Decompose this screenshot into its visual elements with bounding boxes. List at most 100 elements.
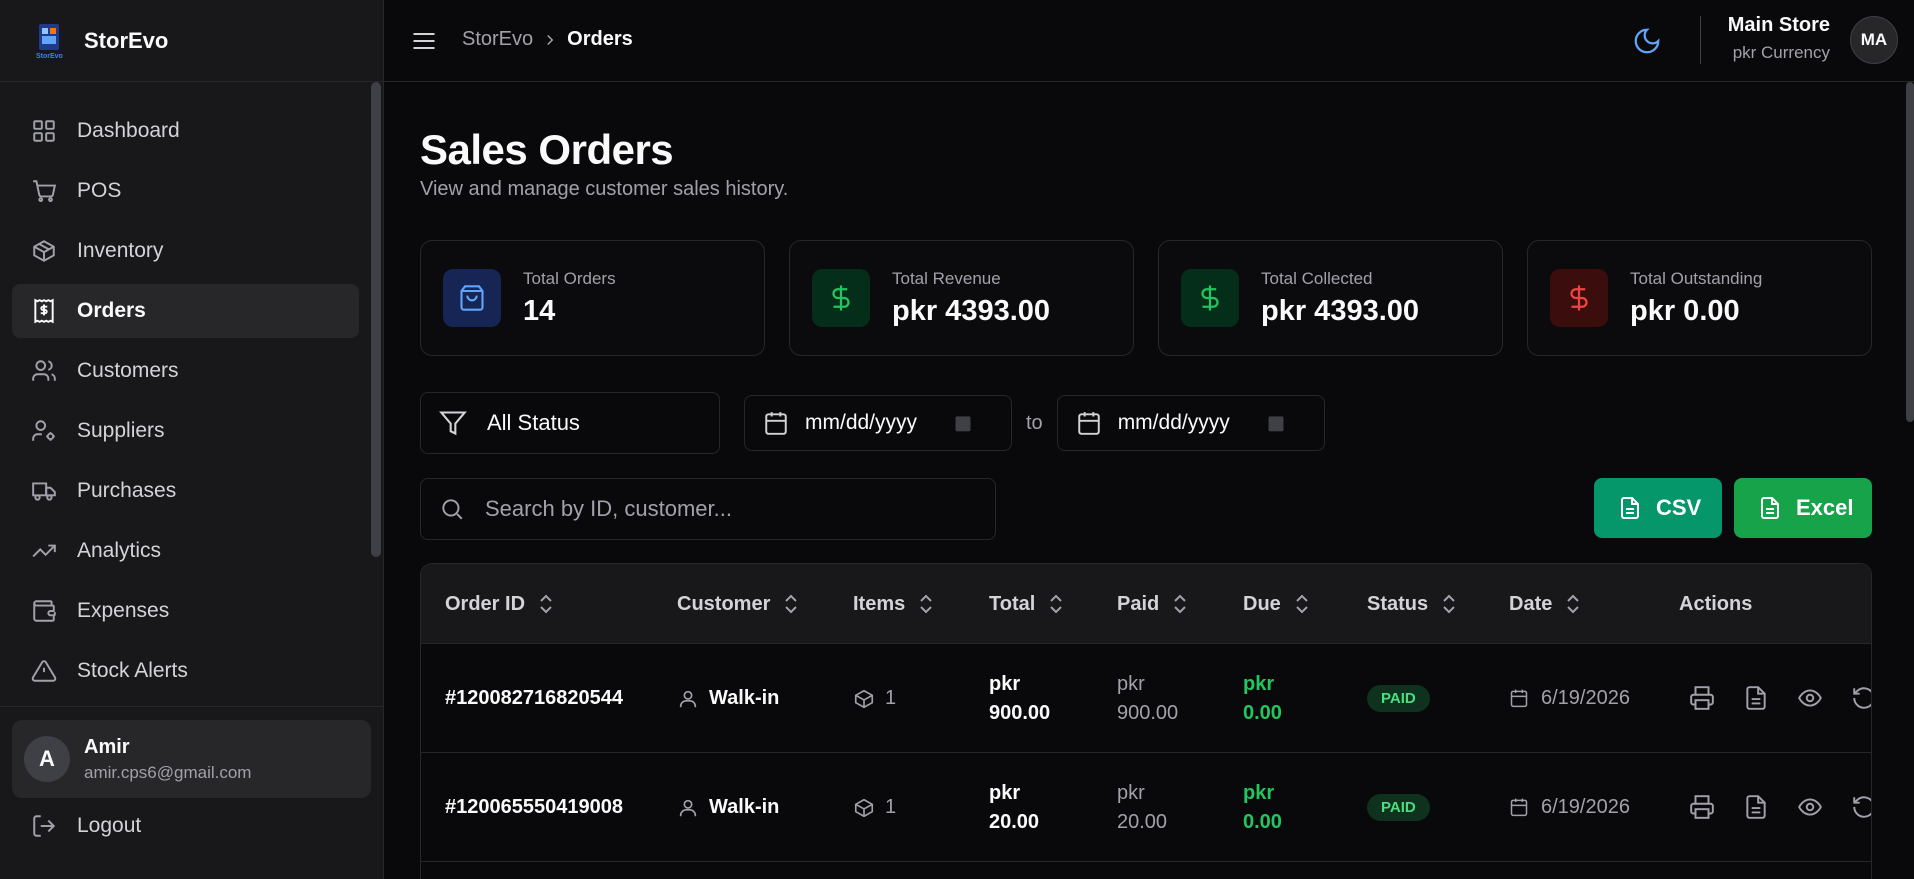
shopping-bag-icon	[443, 269, 501, 327]
sidebar-item-label: Dashboard	[77, 119, 180, 142]
column-header-date[interactable]: Date	[1509, 564, 1582, 644]
sidebar: StorEvo StorEvo Dashboard POS Inventory …	[0, 0, 384, 879]
invoice-icon[interactable]	[1743, 794, 1771, 822]
due-cell: pkr 0.00	[1243, 672, 1282, 724]
sidebar-item-suppliers[interactable]: Suppliers	[12, 404, 359, 458]
sidebar-item-expenses[interactable]: Expenses	[12, 584, 359, 638]
user-icon	[677, 797, 699, 819]
export-excel-label: Excel	[1796, 495, 1854, 520]
dollar-icon	[1550, 269, 1608, 327]
date-range-to-label: to	[1026, 411, 1043, 434]
table-header: Order ID Customer Items Total Paid Due S…	[421, 564, 1871, 644]
stat-value: pkr 4393.00	[892, 294, 1051, 327]
sidebar-divider	[0, 706, 384, 707]
stat-value: pkr 0.00	[1630, 294, 1740, 327]
invoice-icon[interactable]	[1743, 685, 1771, 713]
customer-cell: Walk-in	[677, 753, 779, 862]
sidebar-item-label: Orders	[77, 299, 146, 322]
stats-row: Total Orders 14 Total Revenue pkr 4393.0…	[420, 240, 1872, 356]
svg-text:StorEvo: StorEvo	[36, 53, 63, 60]
date-picker-icon[interactable]	[953, 413, 973, 433]
sort-icon	[917, 593, 935, 615]
user-email: amir.cps6@gmail.com	[84, 762, 252, 782]
eye-icon[interactable]	[1797, 685, 1825, 713]
brand-name: StorEvo	[84, 27, 169, 53]
search-icon	[439, 496, 465, 522]
cart-icon	[30, 177, 58, 205]
orders-table: Order ID Customer Items Total Paid Due S…	[420, 563, 1872, 879]
sidebar-item-customers[interactable]: Customers	[12, 344, 359, 398]
status-filter-select[interactable]: All Status	[420, 392, 720, 454]
breadcrumb-current: Orders	[567, 28, 633, 50]
page-scrollbar[interactable]	[1906, 82, 1914, 422]
paid-cell: pkr 900.00	[1117, 672, 1179, 724]
sort-icon	[537, 593, 555, 615]
export-csv-button[interactable]: CSV	[1594, 478, 1722, 538]
status-badge: PAID	[1367, 794, 1430, 821]
stat-card-total-outstanding: Total Outstanding pkr 0.00	[1527, 240, 1872, 356]
sidebar-item-label: Customers	[77, 359, 179, 382]
logout-icon	[30, 812, 58, 840]
order-id-cell[interactable]: #120065550419008	[445, 753, 623, 862]
date-cell: 6/19/2026	[1509, 753, 1630, 862]
column-header-status[interactable]: Status	[1367, 564, 1458, 644]
paid-cell: pkr 20.00	[1117, 781, 1168, 833]
column-header-items[interactable]: Items	[853, 564, 935, 644]
date-to-placeholder: mm/dd/yyyy	[1117, 411, 1230, 434]
grid-icon	[30, 117, 58, 145]
print-icon[interactable]	[1689, 685, 1717, 713]
stat-label: Total Revenue	[892, 268, 1001, 288]
page-subtitle: View and manage customer sales history.	[420, 178, 789, 200]
table-row: #120082716820544 Walk-in 1 pkr 900.00 pkr…	[421, 644, 1871, 753]
sidebar-item-analytics[interactable]: Analytics	[12, 524, 359, 578]
stat-value: pkr 4393.00	[1261, 294, 1420, 327]
profile-avatar[interactable]: MA	[1850, 16, 1898, 64]
user-cog-icon	[30, 417, 58, 445]
order-id-cell[interactable]: #120082716820544	[445, 644, 623, 753]
sidebar-item-inventory[interactable]: Inventory	[12, 224, 359, 278]
date-to-input[interactable]: mm/dd/yyyy	[1056, 395, 1325, 451]
brand[interactable]: StorEvo StorEvo	[0, 0, 383, 82]
column-header-paid[interactable]: Paid	[1117, 564, 1189, 644]
status-cell: PAID	[1367, 644, 1430, 753]
breadcrumb-root[interactable]: StorEvo	[462, 28, 533, 51]
calendar-icon	[763, 410, 789, 436]
user-card[interactable]: A Amir amir.cps6@gmail.com	[12, 720, 371, 798]
user-name: Amir	[84, 735, 130, 758]
column-header-customer[interactable]: Customer	[677, 564, 800, 644]
theme-toggle-button[interactable]	[1632, 26, 1662, 56]
refund-icon[interactable]	[1851, 685, 1871, 713]
calendar-icon	[1509, 688, 1531, 710]
refund-icon[interactable]	[1851, 794, 1871, 822]
menu-toggle-button[interactable]	[410, 27, 438, 55]
column-header-due[interactable]: Due	[1243, 564, 1311, 644]
sidebar-item-pos[interactable]: POS	[12, 164, 359, 218]
sidebar-item-stock-alerts[interactable]: Stock Alerts	[12, 644, 359, 698]
logout-button[interactable]: Logout	[30, 812, 141, 840]
sort-icon	[782, 593, 800, 615]
sidebar-scrollbar[interactable]	[371, 82, 381, 557]
date-picker-icon[interactable]	[1266, 413, 1286, 433]
status-cell: PAID	[1367, 753, 1430, 862]
stat-label: Total Outstanding	[1630, 268, 1763, 288]
total-cell: pkr 20.00	[989, 781, 1040, 833]
receipt-icon	[30, 297, 58, 325]
actions-cell	[1689, 753, 1871, 862]
column-header-order-id[interactable]: Order ID	[445, 564, 555, 644]
sidebar-item-dashboard[interactable]: Dashboard	[12, 104, 359, 158]
search-input[interactable]	[485, 496, 965, 522]
store-info: Main Store pkr Currency	[1728, 14, 1830, 63]
eye-icon[interactable]	[1797, 794, 1825, 822]
print-icon[interactable]	[1689, 794, 1717, 822]
sidebar-item-orders[interactable]: Orders	[12, 284, 359, 338]
items-cell: 1	[853, 753, 896, 862]
users-icon	[30, 357, 58, 385]
column-header-total[interactable]: Total	[989, 564, 1065, 644]
sidebar-item-purchases[interactable]: Purchases	[12, 464, 359, 518]
total-cell: pkr 900.00	[989, 672, 1051, 724]
sidebar-item-label: POS	[77, 179, 122, 202]
app-root: StorEvo StorEvo Dashboard POS Inventory …	[0, 0, 1914, 879]
date-from-input[interactable]: mm/dd/yyyy	[744, 395, 1012, 451]
export-excel-button[interactable]: Excel	[1734, 478, 1872, 538]
customer-cell: Walk-in	[677, 644, 779, 753]
